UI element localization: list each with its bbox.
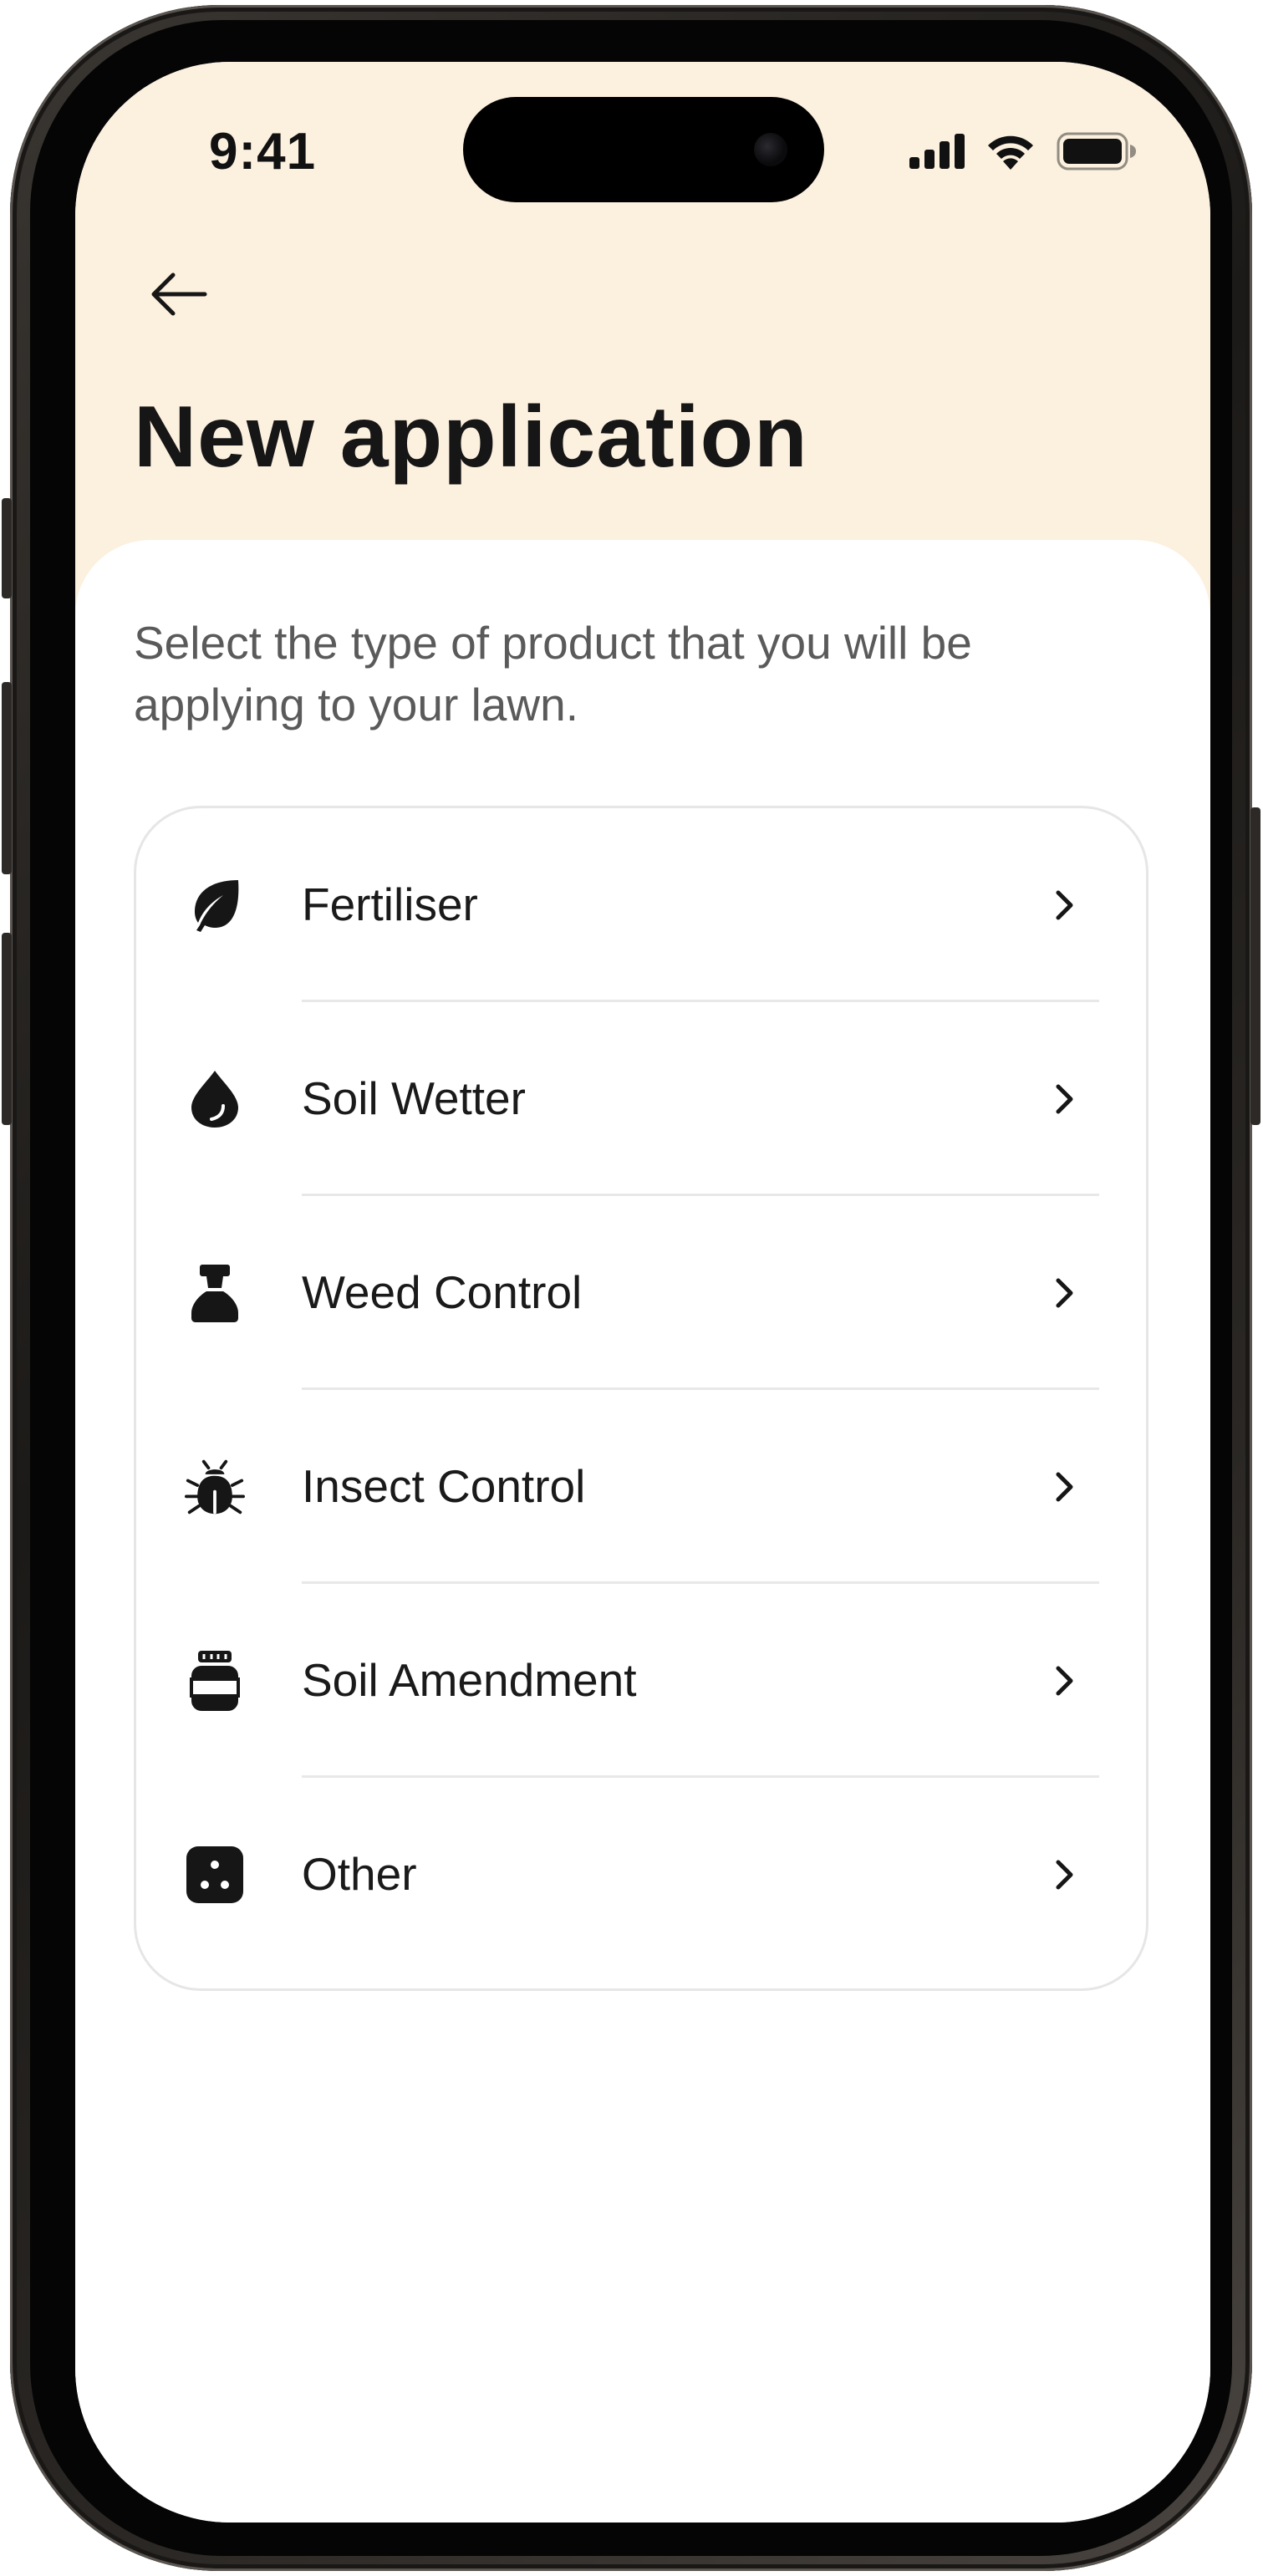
product-type-soil-wetter[interactable]: Soil Wetter: [136, 1002, 1146, 1196]
leaf-icon: [185, 875, 245, 935]
product-type-label: Insect Control: [302, 1460, 586, 1512]
action-button: [2, 498, 12, 598]
jar-icon: [185, 1651, 245, 1711]
status-icons: [909, 132, 1137, 171]
camera-icon: [754, 133, 787, 166]
product-type-label: Fertiliser: [302, 878, 478, 930]
description-text: Select the type of product that you will…: [134, 617, 972, 731]
wifi-icon: [988, 135, 1033, 170]
bug-icon: [185, 1457, 245, 1517]
water-drop-icon: [185, 1069, 245, 1129]
product-type-label: Other: [302, 1848, 417, 1900]
arrow-left-icon: [151, 272, 207, 316]
volume-down-button: [2, 933, 12, 1125]
product-type-label: Soil Amendment: [302, 1654, 637, 1706]
dynamic-island: [463, 97, 824, 202]
chevron-right-icon: [1056, 1860, 1073, 1890]
status-time: 9:41: [209, 123, 317, 181]
chevron-right-icon: [1056, 1084, 1073, 1114]
power-button: [1250, 807, 1260, 1125]
product-type-weed-control[interactable]: Weed Control: [136, 1196, 1146, 1390]
page-title: New application: [134, 389, 808, 486]
chevron-right-icon: [1056, 1278, 1073, 1308]
chevron-right-icon: [1056, 1472, 1073, 1502]
product-type-fertiliser[interactable]: Fertiliser: [136, 808, 1146, 1002]
battery-icon: [1057, 132, 1136, 171]
volume-up-button: [2, 682, 12, 874]
back-button[interactable]: [137, 252, 221, 336]
product-type-soil-amendment[interactable]: Soil Amendment: [136, 1584, 1146, 1778]
phone-frame: 9:41 New application Select the type of …: [2, 5, 1260, 2571]
cellular-signal-icon: [909, 134, 965, 169]
product-type-insect-control[interactable]: Insect Control: [136, 1390, 1146, 1584]
content-sheet: Select the type of product that you will…: [75, 540, 1210, 2523]
product-type-label: Soil Wetter: [302, 1072, 526, 1124]
screen: 9:41 New application Select the type of …: [75, 62, 1210, 2523]
product-type-list: Fertiliser Soil Wetter Weed Control Inse…: [134, 806, 1148, 1991]
product-type-label: Weed Control: [302, 1266, 583, 1318]
product-type-other[interactable]: Other: [136, 1778, 1146, 1972]
spray-bottle-icon: [185, 1263, 245, 1323]
chevron-right-icon: [1056, 890, 1073, 920]
dice-icon: [185, 1845, 245, 1905]
chevron-right-icon: [1056, 1666, 1073, 1696]
